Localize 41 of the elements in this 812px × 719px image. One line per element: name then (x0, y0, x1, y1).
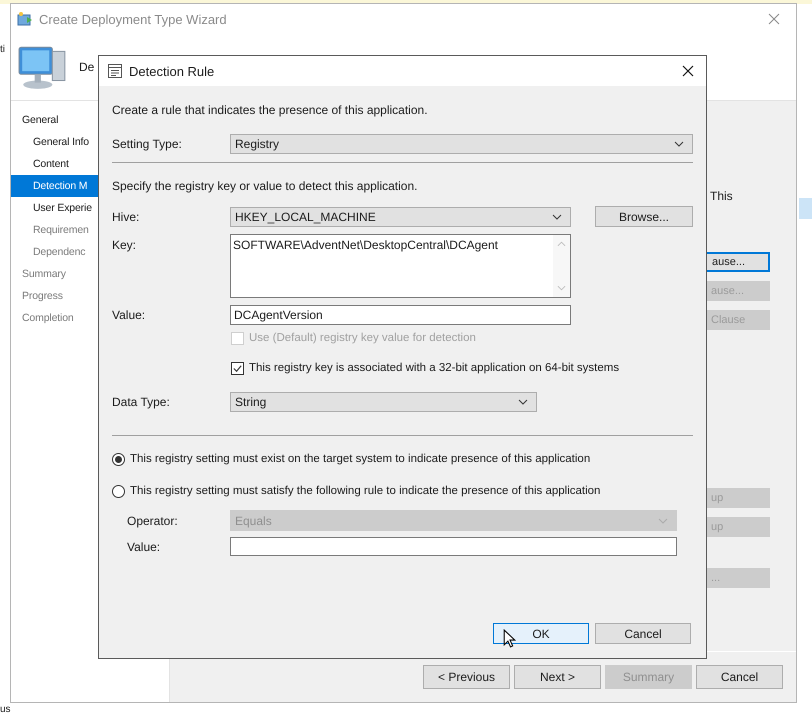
background-text: ti (0, 44, 5, 55)
data-type-dropdown[interactable]: String (230, 392, 537, 412)
chevron-down-icon (674, 141, 684, 147)
field-label: Data Type: (112, 395, 171, 409)
background-text: us (0, 704, 11, 715)
radio-button[interactable] (112, 452, 125, 466)
radio-label: This registry setting must exist on the target system to indicate presence of this application (130, 453, 590, 465)
hive-dropdown[interactable]: HKEY_LOCAL_MACHINE (230, 206, 571, 226)
field-label: Setting Type: (112, 137, 183, 151)
page-heading: De (79, 60, 94, 74)
browse-button[interactable]: Browse... (595, 206, 693, 227)
chevron-down-icon (552, 214, 562, 220)
content-text: This (710, 189, 733, 203)
checkbox[interactable] (231, 362, 244, 374)
dialog-button[interactable]: Cancel (595, 623, 691, 644)
field-label: Key: (112, 237, 138, 252)
selected-row (799, 198, 812, 219)
intro-text: Create a rule that indicates the presence of this application. (112, 103, 428, 117)
setting-type-dropdown[interactable]: Registry (230, 134, 693, 154)
wizard-button[interactable]: < Previous (423, 665, 510, 689)
field-label: Value: (112, 308, 146, 322)
mouse-pointer-icon (503, 629, 516, 648)
window-title: Create Deployment Type Wizard (39, 12, 228, 26)
field-label: Hive: (112, 210, 140, 224)
wizard-button[interactable]: Cancel (696, 665, 783, 689)
radio-button[interactable] (112, 484, 125, 498)
field-label: Value: (126, 540, 162, 554)
form-icon (107, 63, 123, 79)
chevron-down-icon (518, 399, 528, 405)
checkbox-label: Use (Default) registry key value for detection (249, 332, 476, 344)
close-icon[interactable] (682, 65, 694, 77)
radio-label: This registry setting must satisfy the following rule to indicate the presence of this application (130, 485, 600, 497)
wizard-button[interactable]: Next > (514, 665, 601, 689)
dialog-button[interactable]: OK (493, 623, 589, 644)
checkbox-label: This registry key is associated with a 32-bit application on 64-bit systems (249, 362, 620, 374)
chevron-down-icon (658, 518, 668, 524)
dialog-title: Detection Rule (129, 64, 216, 78)
value-field[interactable]: DCAgentVersion (230, 305, 571, 325)
rule-value-field[interactable] (230, 537, 677, 556)
field-label: Operator: (126, 514, 179, 528)
window-icon (17, 11, 33, 27)
